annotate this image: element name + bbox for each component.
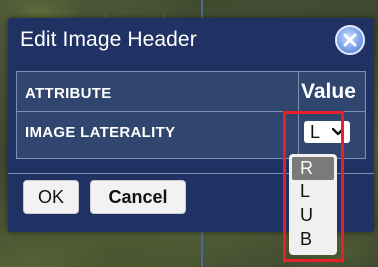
dropdown-option-b[interactable]: B [292,228,334,251]
dialog-title: Edit Image Header [20,28,197,51]
dropdown-option-r[interactable]: R [292,157,334,180]
table-row: IMAGE LATERALITY L [17,112,365,152]
table-header-row: ATTRIBUTE Value [17,72,365,112]
cancel-button[interactable]: Cancel [90,180,186,214]
column-divider [298,72,299,158]
laterality-select-value: L [310,122,321,142]
dropdown-option-u[interactable]: U [292,204,334,227]
ok-button[interactable]: OK [23,180,79,214]
close-button[interactable] [335,25,365,55]
dropdown-option-l[interactable]: L [292,180,334,203]
laterality-select[interactable]: L [304,121,350,143]
laterality-dropdown-list: R L U B [289,154,337,255]
attribute-name: IMAGE LATERALITY [25,124,176,141]
dialog-title-bar: Edit Image Header [8,18,374,62]
chevron-down-icon [332,127,344,136]
column-header-value: Value [301,80,356,103]
column-header-attribute: ATTRIBUTE [25,85,112,102]
attribute-table: ATTRIBUTE Value IMAGE LATERALITY L [16,71,366,159]
close-icon [343,33,357,47]
